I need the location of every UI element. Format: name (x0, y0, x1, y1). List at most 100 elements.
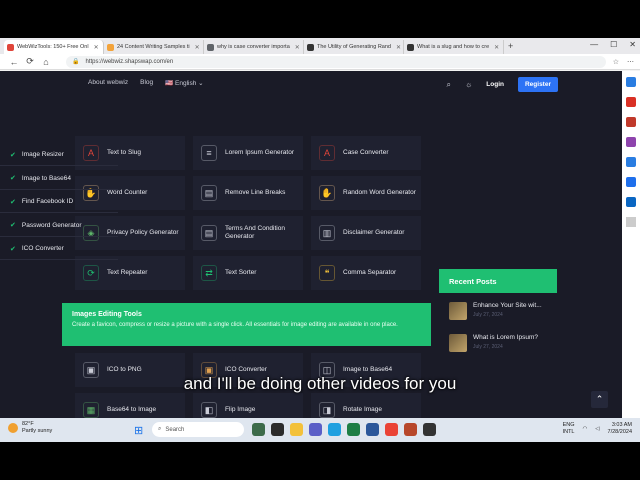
check-icon: ✔ (10, 151, 16, 159)
address-bar[interactable]: 🔒 https://webwiz.shapswap.com/en (66, 55, 606, 68)
post-thumbnail (449, 302, 467, 320)
games-icon[interactable] (626, 137, 636, 147)
tag-icon[interactable] (626, 97, 636, 107)
quote-icon: ❝ (319, 265, 335, 281)
chrome-icon[interactable] (385, 423, 398, 436)
add-icon[interactable] (626, 217, 636, 227)
tool-label: Text Sorter (225, 269, 257, 276)
sidebar-item-image-to-base64[interactable]: ✔ Image to Base64 (0, 168, 118, 190)
task-view-icon[interactable] (271, 423, 284, 436)
tool-card-lorem-ipsum-generator[interactable]: ≡ Lorem Ipsum Generator (193, 136, 303, 170)
recent-posts-heading: Recent Posts (439, 269, 557, 293)
briefcase-icon[interactable] (626, 117, 636, 127)
excel-icon[interactable] (347, 423, 360, 436)
tool-card-disclaimer-generator[interactable]: ▥ Disclaimer Generator (311, 216, 421, 250)
weather-icon (8, 423, 18, 433)
refresh-icon[interactable]: ⟳ (22, 56, 38, 67)
app-icon[interactable] (423, 423, 436, 436)
tool-card-remove-line-breaks[interactable]: ▤ Remove Line Breaks (193, 176, 303, 210)
register-button[interactable]: Register (517, 77, 558, 92)
lock-icon: 🔒 (72, 59, 80, 65)
word-icon[interactable] (366, 423, 379, 436)
clock-time: 3:03 AM (611, 422, 632, 428)
tab-label: 24 Content Writing Samples ti (117, 44, 190, 50)
taskbar-search[interactable]: ⌕ Search (152, 422, 244, 437)
edge-icon[interactable] (328, 423, 341, 436)
check-icon: ✔ (10, 175, 16, 182)
weather-temp: 82°F (22, 421, 34, 427)
copilot-icon[interactable] (626, 77, 636, 87)
clock[interactable]: 3:03 AM 7/28/2024 (608, 422, 632, 436)
sidebar-item-password-generator[interactable]: ✔ Password Generator (0, 215, 118, 237)
menu-icon[interactable]: ⋯ (627, 58, 634, 66)
tool-label: Disclaimer Generator (343, 229, 405, 236)
sidebar-item-label: Password Generator (21, 221, 82, 229)
tool-card-text-sorter[interactable]: ⇄ Text Sorter (193, 256, 303, 290)
close-icon[interactable]: ✕ (396, 44, 401, 51)
weather-widget[interactable]: 82°F Partly sunny (8, 421, 52, 435)
tab-3[interactable]: The Utility of Generating Rand ✕ (304, 40, 404, 54)
check-icon: ✔ (10, 198, 16, 206)
tool-card-random-word-generator[interactable]: ✋ Random Word Generator (311, 176, 421, 210)
post-title[interactable]: Enhance Your Site wit... (473, 302, 542, 309)
tool-label: Terms And Condition Generator (225, 225, 285, 240)
windows-taskbar: 82°F Partly sunny ⊞ ⌕ Search ENG INTL ◠ … (0, 418, 640, 442)
office-icon[interactable] (626, 157, 636, 167)
check-icon: ✔ (10, 222, 16, 229)
tool-label: Remove Line Breaks (225, 189, 286, 196)
close-icon[interactable]: ✕ (295, 44, 300, 51)
close-window-button[interactable]: ✕ (629, 40, 636, 49)
minimize-button[interactable]: — (590, 40, 598, 49)
outlook-icon[interactable] (626, 177, 636, 187)
new-tab-button[interactable]: + (508, 41, 513, 51)
sidebar-item-label: Image to Base64 (21, 174, 72, 182)
sidebar-item-find-facebook-id[interactable]: ✔ Find Facebook ID (0, 191, 118, 213)
wifi-icon[interactable]: ◠ (582, 426, 587, 432)
close-icon[interactable]: ✕ (494, 44, 499, 51)
language-indicator[interactable]: ENG INTL (563, 422, 575, 436)
language-select[interactable]: 🇺🇸 English ⌄ (165, 79, 204, 87)
site-header: About webwiz Blog 🇺🇸 English ⌄ ⌕ ☼ Login… (0, 71, 622, 95)
check-icon: ✔ (10, 245, 16, 253)
tool-card-comma-separator[interactable]: ❝ Comma Separator (311, 256, 421, 290)
home-icon[interactable]: ⌂ (38, 57, 54, 67)
search-icon[interactable]: ⌕ (446, 80, 450, 90)
close-icon[interactable]: ✕ (94, 44, 99, 51)
theme-toggle-icon[interactable]: ☼ (465, 80, 472, 89)
tab-2[interactable]: why is case converter importa ✕ (204, 40, 304, 54)
post-title[interactable]: What is Lorem Ipsum? (473, 334, 538, 341)
maximize-button[interactable]: ☐ (610, 40, 617, 49)
windows-start-icon[interactable]: ⊞ (134, 424, 143, 437)
sidebar-item-label: Image Resizer (21, 151, 64, 158)
recent-post[interactable]: Enhance Your Site wit... July 27, 2024 (449, 302, 549, 320)
lang-label: ENG (562, 422, 575, 428)
widgets-icon[interactable] (252, 423, 265, 436)
search-icon: ⌕ (158, 426, 162, 432)
file-explorer-icon[interactable] (290, 423, 303, 436)
teams-icon[interactable] (309, 423, 322, 436)
tab-0[interactable]: WebWizTools: 150+ Free Onl ✕ (4, 40, 104, 54)
tab-1[interactable]: 24 Content Writing Samples ti ✕ (104, 40, 204, 54)
tool-card-terms-and-condition-generator[interactable]: ▤ Terms And Condition Generator (193, 216, 303, 250)
sidebar-item-image-resizer[interactable]: ✔ Image Resizer (0, 144, 118, 166)
nav-about-link[interactable]: About webwiz (88, 79, 128, 87)
sidebar-item-ico-converter[interactable]: ✔ ICO Converter (0, 238, 118, 260)
search-placeholder: Search (165, 426, 185, 433)
star-icon[interactable]: ☆ (613, 58, 619, 66)
language-label: English (175, 80, 197, 87)
tab-label: WebWizTools: 150+ Free Onl (17, 44, 89, 50)
nav-blog-link[interactable]: Blog (140, 79, 153, 87)
system-tray: ENG INTL ◠ ◁ 3:03 AM 7/28/2024 (563, 422, 632, 436)
back-icon[interactable]: ← (6, 57, 22, 67)
recent-post[interactable]: What is Lorem Ipsum? July 27, 2024 (449, 334, 549, 352)
tool-card-text-repeater[interactable]: ⟳ Text Repeater (75, 256, 185, 290)
login-link[interactable]: Login (486, 81, 504, 88)
powerpoint-icon[interactable] (404, 423, 417, 436)
close-icon[interactable]: ✕ (195, 44, 200, 51)
tab-4[interactable]: What is a slug and how to cre ✕ (404, 40, 504, 54)
send-icon[interactable] (626, 197, 636, 207)
volume-icon[interactable]: ◁ (595, 426, 599, 432)
tool-card-case-converter[interactable]: A Case Converter (311, 136, 421, 170)
tool-label: Case Converter (343, 149, 389, 156)
tab-label: why is case converter importa (217, 44, 290, 50)
